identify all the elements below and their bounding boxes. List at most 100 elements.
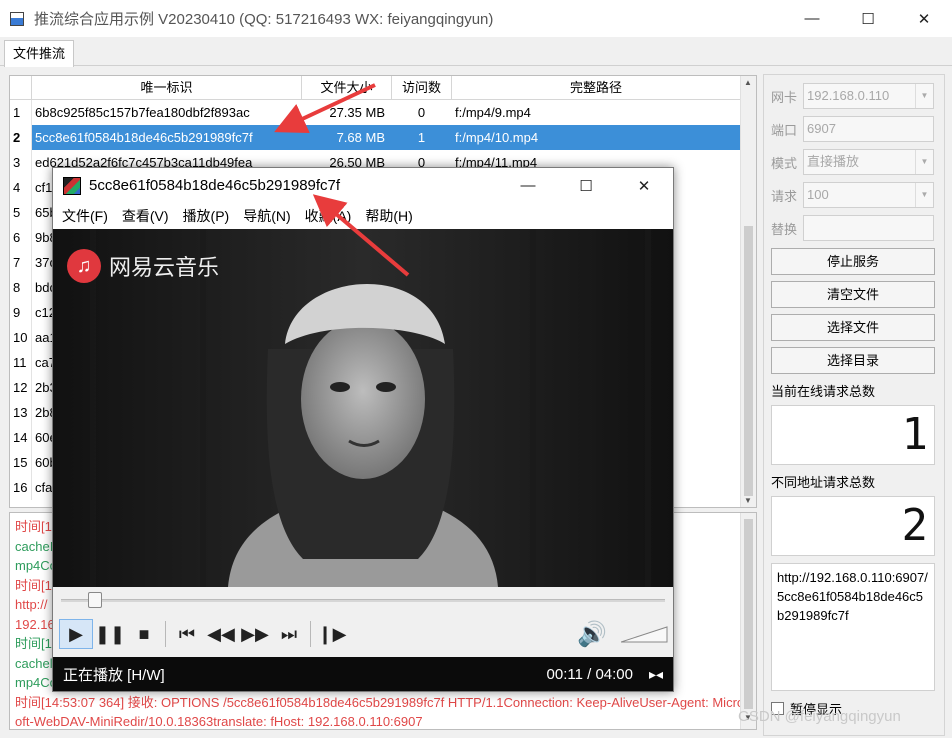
rewind-button[interactable]: ◀◀ [204, 619, 238, 649]
row-id: 5cc8e61f0584b18de46c5b291989fc7f [32, 125, 302, 150]
row-number: 3 [10, 150, 32, 175]
replace-row: 替换 [771, 214, 941, 242]
title-bar: 推流综合应用示例 V20230410 (QQ: 517216493 WX: fe… [0, 0, 952, 37]
nic-label: 网卡 [771, 89, 798, 105]
row-number: 10 [10, 325, 32, 350]
table-scrollbar[interactable]: ▲ ▼ [740, 76, 756, 507]
log-scrollbar[interactable]: ▲ ▼ [740, 513, 756, 729]
scroll-thumb[interactable] [744, 226, 753, 496]
port-row: 端口 6907 [771, 115, 941, 143]
tab-bar: 文件推流 [0, 37, 952, 67]
request-value: 100 [807, 187, 829, 202]
scroll-up-icon[interactable]: ▲ [744, 78, 752, 87]
minimize-button[interactable]: — [784, 0, 840, 37]
window-controls: — ☐ ✕ [784, 0, 952, 37]
player-title: 5cc8e61f0584b18de46c5b291989fc7f [89, 177, 341, 194]
fast-forward-icon: ▶▶ [241, 623, 269, 644]
row-number: 1 [10, 100, 32, 125]
mode-label: 模式 [771, 155, 798, 171]
menu-view[interactable]: 查看(V) [122, 206, 169, 226]
player-close-button[interactable]: ✕ [615, 168, 673, 203]
seek-track[interactable] [61, 599, 665, 602]
menu-favorites[interactable]: 收藏(A) [305, 206, 352, 226]
online-count-label: 当前在线请求总数 [771, 384, 876, 399]
player-window-controls: — ☐ ✕ [499, 168, 673, 203]
player-maximize-button[interactable]: ☐ [557, 168, 615, 203]
volume-button[interactable]: 🔊 [577, 620, 607, 649]
playback-status: 正在播放 [H/W] [63, 666, 165, 684]
column-header-size[interactable]: 文件大小 [302, 76, 392, 100]
row-path: f:/mp4/9.mp4 [455, 105, 531, 120]
control-panel: 网卡 192.168.0.110 ▼ 端口 6907 模式 直接播放 ▼ 请求 10… [763, 74, 945, 736]
menu-help[interactable]: 帮助(H) [365, 206, 412, 226]
nic-value: 192.168.0.110 [807, 88, 890, 103]
frame-step-button[interactable]: ❙▶ [315, 619, 349, 649]
aspect-ratio-icon[interactable]: ▸◂ [649, 666, 663, 683]
forward-button[interactable]: ▶▶ [238, 619, 272, 649]
row-number: 12 [10, 375, 32, 400]
menu-file[interactable]: 文件(F) [62, 206, 108, 226]
netease-music-logo: ♫ 网易云音乐 [67, 249, 219, 283]
chevron-down-icon: ▼ [915, 150, 933, 174]
skip-next-icon: ⏭ [280, 623, 298, 644]
watermark: CSDN @feiyangqingyun [738, 708, 901, 725]
log-line: 时间[14:53:07 364] 接收: OPTIONS /5cc8e61f05… [15, 694, 751, 730]
tab-file-push[interactable]: 文件推流 [4, 40, 75, 67]
player-window[interactable]: 5cc8e61f0584b18de46c5b291989fc7f — ☐ ✕ 文… [52, 167, 674, 692]
seek-bar[interactable] [53, 587, 673, 611]
menu-navigate[interactable]: 导航(N) [243, 206, 290, 226]
video-area[interactable]: ♫ 网易云音乐 [53, 229, 673, 587]
mode-value: 直接播放 [807, 154, 860, 169]
row-id: 6b8c925f85c157b7fea180dbf2f893ac [35, 105, 250, 120]
table-row[interactable]: 2 5cc8e61f0584b18de46c5b291989fc7f 7.68 MB… [10, 125, 741, 150]
speaker-icon: 🔊 [577, 621, 607, 648]
request-select[interactable]: 100 ▼ [803, 182, 934, 208]
play-button[interactable]: ▶ [59, 619, 93, 649]
port-field[interactable]: 6907 [803, 116, 934, 142]
maximize-button[interactable]: ☐ [840, 0, 896, 37]
column-header-index[interactable] [10, 76, 32, 100]
column-header-id[interactable]: 唯一标识 [32, 76, 302, 100]
chevron-down-icon: ▼ [915, 84, 933, 108]
stop-button[interactable]: ■ [127, 619, 161, 649]
nic-select[interactable]: 192.168.0.110 ▼ [803, 83, 934, 109]
logo-text: 网易云音乐 [109, 255, 220, 280]
pause-button[interactable]: ❚❚ [93, 619, 127, 649]
url-display[interactable]: http://192.168.0.110:6907/5cc8e61f0584b1… [771, 563, 935, 691]
row-size: 7.68 MB [302, 125, 392, 150]
row-number: 8 [10, 275, 32, 300]
column-header-visits[interactable]: 访问数 [392, 76, 452, 100]
player-app-icon [63, 176, 81, 195]
row-number: 11 [10, 350, 32, 375]
clear-files-button[interactable]: 清空文件 [771, 281, 935, 308]
row-number: 14 [10, 425, 32, 450]
row-number: 4 [10, 175, 32, 200]
player-title-bar: 5cc8e61f0584b18de46c5b291989fc7f — ☐ ✕ [53, 168, 673, 203]
column-header-path[interactable]: 完整路径 [452, 76, 741, 100]
select-directory-button[interactable]: 选择目录 [771, 347, 935, 374]
table-header: 唯一标识 文件大小 访问数 完整路径 [10, 76, 741, 100]
menu-play[interactable]: 播放(P) [183, 206, 230, 226]
next-button[interactable]: ⏭ [272, 619, 306, 649]
request-label: 请求 [771, 188, 798, 204]
row-number: 15 [10, 450, 32, 475]
replace-field[interactable] [803, 215, 934, 241]
scroll-down-icon[interactable]: ▼ [744, 496, 752, 505]
stop-service-button[interactable]: 停止服务 [771, 248, 935, 275]
mode-select[interactable]: 直接播放 ▼ [803, 149, 934, 175]
previous-button[interactable]: ⏮ [170, 619, 204, 649]
player-minimize-button[interactable]: — [499, 168, 557, 203]
row-visits: 1 [392, 125, 452, 150]
scroll-thumb[interactable] [744, 519, 753, 709]
seek-handle[interactable] [88, 592, 103, 608]
row-number: 9 [10, 300, 32, 325]
volume-slider[interactable] [621, 625, 669, 643]
replace-label: 替换 [771, 221, 798, 237]
table-row[interactable]: 1 6b8c925f85c157b7fea180dbf2f893ac 27.35 M… [10, 100, 741, 125]
mode-row: 模式 直接播放 ▼ [771, 148, 941, 176]
toolbar-separator [165, 621, 166, 647]
close-button[interactable]: ✕ [896, 0, 952, 37]
select-file-button[interactable]: 选择文件 [771, 314, 935, 341]
request-row: 请求 100 ▼ [771, 181, 941, 209]
music-logo-icon: ♫ [67, 249, 101, 283]
